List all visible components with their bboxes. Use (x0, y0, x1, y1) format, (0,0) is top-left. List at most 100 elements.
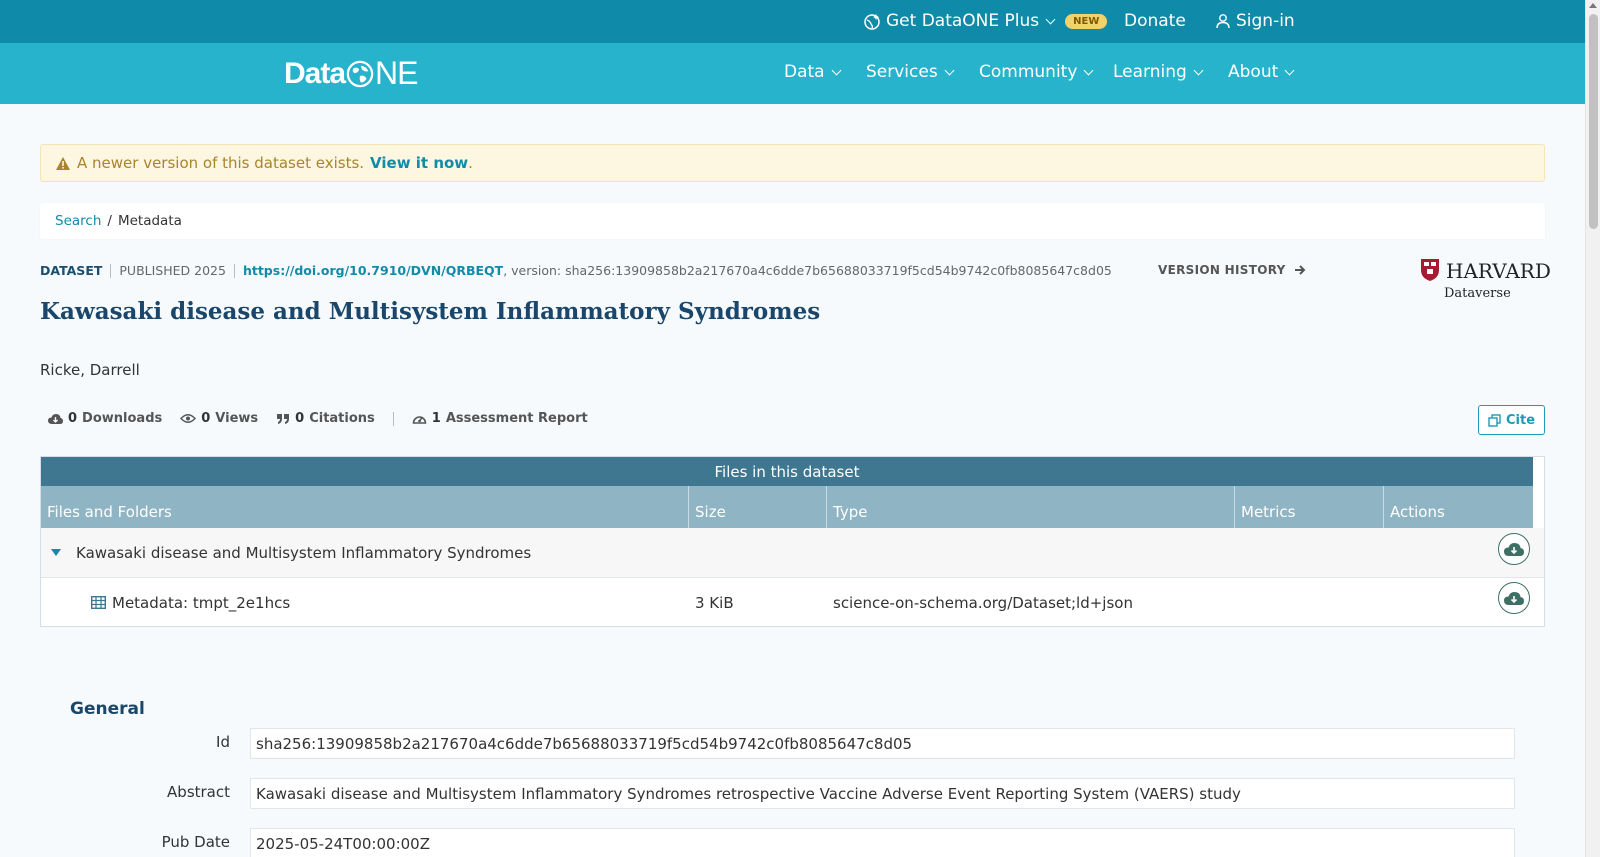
pub-date-label: Pub Date (161, 833, 230, 851)
breadcrumb: Search / Metadata (40, 203, 1545, 239)
dataset-type-label: DATASET (40, 263, 103, 278)
alert-trailing: . (468, 154, 473, 172)
assessment-label: Assessment Report (445, 411, 588, 426)
repository-name: HARVARD (1446, 259, 1551, 283)
chevron-down-icon (1193, 65, 1204, 75)
chevron-down-icon (1284, 65, 1295, 75)
citations-count: 0 (295, 411, 305, 426)
get-dataone-plus-label: Get DataONE Plus (886, 11, 1040, 31)
download-file-button[interactable] (1498, 582, 1530, 614)
folder-name: Kawasaki disease and Multisystem Inflamm… (76, 543, 532, 562)
id-label: Id (216, 733, 230, 751)
cloud-download-icon (1504, 591, 1524, 605)
newer-version-alert: A newer version of this dataset exists. … (40, 144, 1545, 182)
main-navbar: Data NE Data Services Community Learning… (0, 43, 1585, 104)
column-header-size: Size (689, 486, 827, 528)
files-table: Files in this dataset Files and Folders … (40, 456, 1545, 627)
published-year: PUBLISHED 2025 (119, 263, 226, 278)
cite-button[interactable]: Cite (1478, 405, 1545, 435)
files-table-title: Files in this dataset (41, 457, 1533, 486)
file-size: 3 KiB (695, 593, 734, 612)
nav-item-services[interactable]: Services (866, 62, 955, 82)
harvard-dataverse-logo[interactable]: HARVARD Dataverse (1420, 258, 1551, 304)
breadcrumb-separator: / (107, 213, 112, 229)
download-folder-button[interactable] (1498, 533, 1530, 565)
copy-icon (1488, 413, 1501, 427)
cloud-download-icon (1504, 542, 1524, 556)
cite-label: Cite (1505, 412, 1536, 428)
views-count: 0 (201, 411, 211, 426)
logo-text-data: Data (284, 56, 346, 90)
dataset-author[interactable]: Ricke, Darrell (40, 361, 140, 379)
breadcrumb-search-link[interactable]: Search (55, 213, 101, 229)
new-badge: NEW (1065, 13, 1108, 29)
column-header-metrics: Metrics (1235, 486, 1384, 528)
nav-item-learning[interactable]: Learning (1113, 62, 1204, 82)
caret-down-icon[interactable] (51, 528, 61, 577)
sign-in-label: Sign-in (1236, 11, 1295, 31)
dataone-logo[interactable]: Data NE (284, 55, 418, 92)
chevron-down-icon (944, 65, 955, 75)
table-icon (91, 596, 106, 609)
divider (233, 263, 235, 278)
column-header-type: Type (827, 486, 1235, 528)
nav-label: About (1228, 62, 1279, 82)
quote-icon (277, 413, 290, 424)
globe-icon (346, 60, 374, 87)
file-type: science-on-schema.org/Dataset;ld+json (833, 593, 1133, 612)
nav-label: Data (784, 62, 825, 82)
files-table-header-row: Files and Folders Size Type Metrics Acti… (41, 486, 1533, 528)
sign-in-link[interactable]: Sign-in (1215, 11, 1295, 31)
file-name-cell[interactable]: Metadata: tmpt_2e1hcs (91, 578, 290, 627)
donate-label: Donate (1124, 11, 1186, 31)
downloads-count: 0 (68, 411, 78, 426)
abstract-value: Kawasaki disease and Multisystem Inflamm… (250, 778, 1515, 809)
dataset-metrics: 0 Downloads 0 Views 0 Citations 1 Assessment… (48, 411, 588, 426)
nav-label: Learning (1113, 62, 1187, 82)
version-history-link[interactable]: VERSION HISTORY (1158, 263, 1306, 277)
pub-date-value: 2025-05-24T00:00:00Z (250, 828, 1515, 857)
get-dataone-plus-menu[interactable]: Get DataONE Plus NEW (863, 11, 1108, 31)
nav-label: Services (866, 62, 938, 82)
citations-metric[interactable]: 0 Citations (276, 411, 375, 426)
column-header-actions: Actions (1390, 503, 1445, 521)
repository-sub: Dataverse (1444, 286, 1511, 301)
citations-label: Citations (309, 411, 375, 426)
user-icon (1216, 14, 1230, 29)
nav-item-about[interactable]: About (1228, 62, 1295, 82)
nav-item-data[interactable]: Data (784, 62, 842, 82)
view-newer-version-link[interactable]: View it now (370, 154, 468, 172)
downloads-metric[interactable]: 0 Downloads (48, 411, 162, 426)
dataset-meta-line: DATASET PUBLISHED 2025 https://doi.org/1… (40, 263, 1112, 278)
chevron-down-icon (1083, 65, 1094, 75)
version-history-label: VERSION HISTORY (1158, 263, 1286, 277)
folder-row[interactable]: Kawasaki disease and Multisystem Inflamm… (41, 528, 1544, 578)
eye-icon (180, 414, 197, 423)
breadcrumb-current: Metadata (117, 213, 182, 229)
nav-item-community[interactable]: Community (979, 62, 1094, 82)
alert-text: A newer version of this dataset exists. (77, 154, 365, 172)
general-section-title: General (70, 699, 145, 719)
assessment-count: 1 (431, 411, 441, 426)
nav-label: Community (979, 62, 1078, 82)
scroll-up-arrow-icon[interactable] (1589, 3, 1597, 8)
arrow-right-icon (1294, 265, 1305, 275)
chevron-down-icon (1045, 14, 1056, 24)
donate-link[interactable]: Donate (1124, 11, 1186, 31)
scrollbar-thumb[interactable] (1589, 14, 1598, 229)
globe-sparkle-icon (864, 14, 880, 30)
divider (392, 411, 394, 426)
doi-link[interactable]: https://doi.org/10.7910/DVN/QRBEQT (243, 263, 503, 278)
page-scrollbar[interactable] (1585, 0, 1600, 857)
warning-icon (56, 156, 70, 170)
assessment-report-metric[interactable]: 1 Assessment Report (412, 411, 588, 426)
abstract-label: Abstract (167, 783, 230, 801)
harvard-shield-icon (1421, 259, 1439, 281)
gauge-icon (412, 416, 427, 424)
id-value: sha256:13909858b2a217670a4c6dde7b6568803… (250, 728, 1515, 759)
views-metric[interactable]: 0 Views (180, 411, 258, 426)
file-row[interactable]: Metadata: tmpt_2e1hcs 3 KiB science-on-s… (41, 578, 1544, 628)
file-name: Metadata: tmpt_2e1hcs (112, 593, 291, 612)
version-id: , version: sha256:13909858b2a217670a4c6d… (503, 263, 1112, 278)
chevron-down-icon (831, 65, 842, 75)
